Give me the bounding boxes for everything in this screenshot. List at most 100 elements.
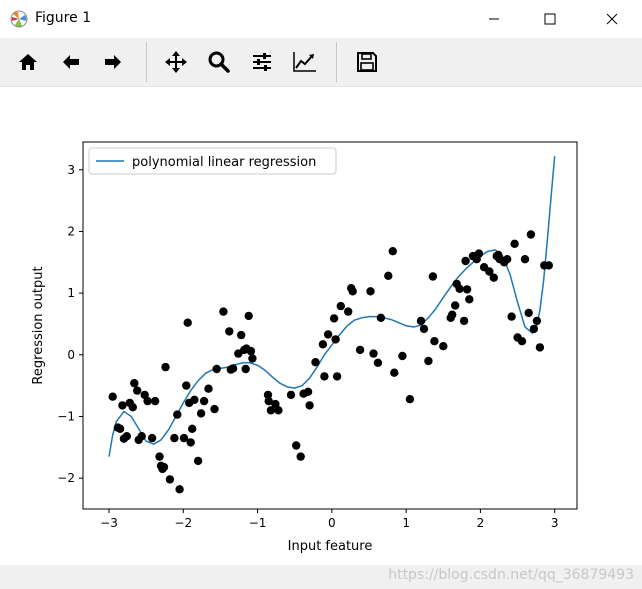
axes-edit-button[interactable]	[289, 46, 321, 78]
data-point	[459, 316, 469, 326]
figure-canvas[interactable]: −3 −2 −1 0 1 2 3 −2 −1 0 1 2 3 Input feature Regressio…	[0, 87, 642, 565]
data-point	[430, 337, 439, 346]
data-point	[390, 368, 399, 377]
data-point	[384, 271, 393, 280]
data-point	[150, 396, 160, 406]
matplotlib-icon	[10, 10, 28, 28]
data-point	[199, 396, 209, 406]
maximize-button[interactable]	[522, 0, 578, 38]
toolbar-separator	[146, 42, 147, 82]
data-point	[428, 272, 438, 281]
data-point	[398, 351, 407, 361]
x-tick-label: 2	[477, 516, 485, 530]
minimize-button[interactable]	[466, 0, 522, 38]
data-point	[108, 392, 117, 401]
forward-button[interactable]	[97, 46, 129, 78]
data-point	[128, 403, 137, 412]
data-point	[173, 410, 182, 419]
data-point	[461, 256, 470, 266]
data-point	[344, 307, 353, 316]
data-point	[303, 387, 313, 396]
data-point	[182, 381, 191, 390]
y-tick-label: −1	[57, 409, 75, 423]
data-point	[544, 261, 553, 270]
data-point	[376, 313, 386, 322]
toolbar-separator	[336, 42, 337, 82]
data-point	[526, 230, 536, 239]
x-tick-label: 3	[551, 516, 559, 530]
x-tick-label: −3	[100, 516, 118, 530]
pan-button[interactable]	[160, 46, 192, 78]
navigation-toolbar	[0, 38, 642, 87]
data-point	[248, 354, 257, 363]
data-point	[225, 327, 234, 336]
data-point	[329, 314, 339, 323]
axes-edit-icon	[293, 52, 316, 72]
data-point	[159, 462, 169, 472]
data-point	[451, 301, 460, 310]
data-point	[292, 441, 301, 450]
data-point	[133, 386, 142, 395]
close-button[interactable]	[584, 0, 640, 38]
back-button[interactable]	[55, 46, 87, 78]
x-tick-label: −2	[174, 516, 192, 530]
data-point	[161, 362, 170, 372]
data-point	[210, 404, 219, 414]
title-bar[interactable]: Figure 1	[0, 0, 642, 38]
data-point	[416, 316, 426, 326]
data-point	[311, 358, 320, 367]
data-point	[507, 312, 516, 321]
save-icon	[357, 52, 377, 72]
home-button[interactable]	[12, 46, 44, 78]
data-point	[286, 390, 296, 400]
data-point	[305, 401, 314, 410]
data-point	[175, 485, 184, 494]
zoom-button[interactable]	[203, 46, 235, 78]
data-point	[510, 239, 519, 248]
subplots-icon	[253, 53, 271, 71]
data-point	[388, 247, 397, 256]
data-point	[369, 349, 378, 358]
data-point	[348, 287, 357, 296]
zoom-icon	[208, 51, 230, 73]
pan-icon	[165, 51, 187, 73]
data-point	[204, 384, 213, 393]
data-point	[405, 395, 415, 404]
data-point	[122, 432, 131, 441]
legend-label: polynomial linear regression	[132, 155, 316, 170]
data-point	[419, 324, 429, 334]
data-point	[517, 337, 527, 346]
y-tick-label: 3	[67, 163, 75, 177]
data-point	[529, 324, 539, 334]
data-point	[323, 330, 333, 339]
data-point	[331, 335, 340, 344]
data-point	[115, 424, 125, 433]
save-button[interactable]	[351, 46, 383, 78]
watermark-text: https://blog.csdn.net/qq_36879493	[388, 567, 634, 583]
data-point	[296, 452, 305, 461]
subplots-button[interactable]	[246, 46, 278, 78]
data-point	[274, 406, 283, 415]
data-point	[212, 364, 221, 374]
data-point	[455, 284, 464, 293]
x-tick-label: −1	[249, 516, 267, 530]
y-tick-label: −2	[57, 471, 75, 485]
y-tick-label: 1	[67, 286, 75, 300]
data-point	[474, 249, 484, 258]
data-point	[373, 358, 383, 367]
data-point	[503, 255, 512, 264]
data-point	[355, 345, 365, 355]
x-tick-label: 1	[402, 516, 410, 530]
data-point	[130, 379, 139, 388]
data-point	[448, 310, 457, 319]
data-point	[143, 396, 152, 406]
y-tick-label: 0	[67, 348, 75, 362]
figure-window: Figure 1 −3 −2 −1 0 1 2 3 −2 −1 0 1 2 3 …	[0, 0, 642, 589]
x-tick-label: 0	[328, 516, 336, 530]
chart[interactable]: −3 −2 −1 0 1 2 3 −2 −1 0 1 2 3 Input feature Regressio…	[0, 87, 642, 565]
data-point	[320, 372, 329, 381]
data-point	[137, 432, 146, 441]
data-point	[196, 409, 206, 418]
data-point	[332, 372, 342, 381]
data-point	[186, 438, 195, 447]
